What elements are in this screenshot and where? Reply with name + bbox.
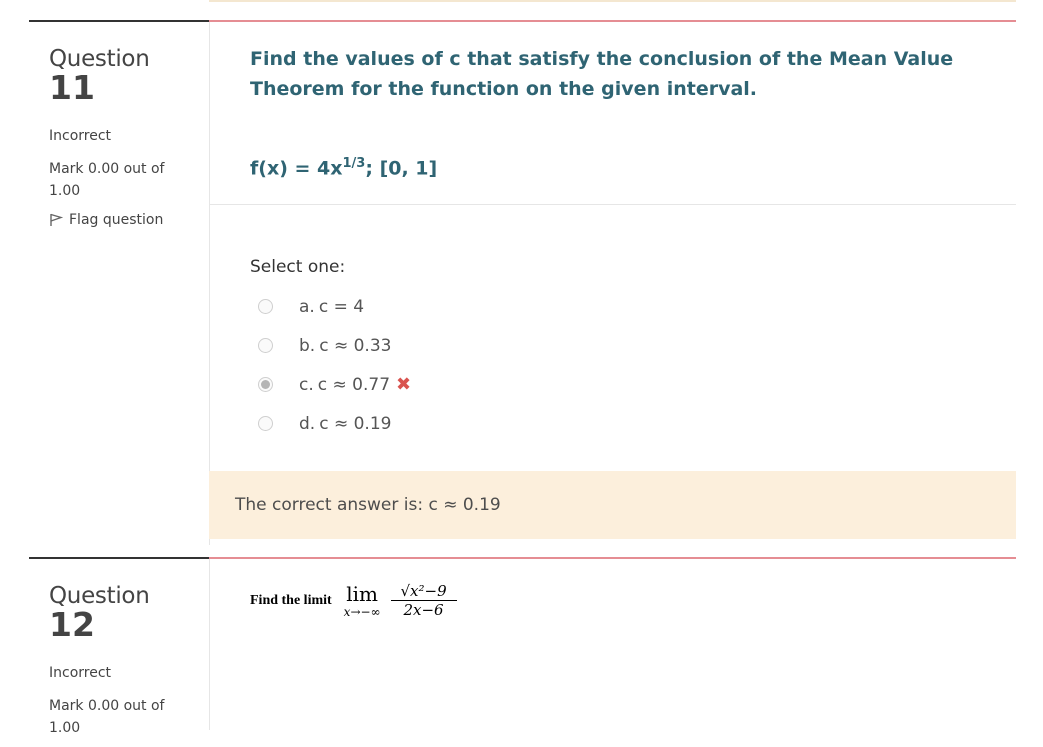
fraction: √x²−9 2x−6 <box>390 582 457 619</box>
function-exponent: 1/3 <box>342 156 366 171</box>
question-grade: Mark 0.00 out of 1.00 <box>49 161 165 199</box>
function-interval: ; [0, 1] <box>365 157 438 180</box>
option-text: c ≈ 0.77 <box>317 374 391 395</box>
function-base: f(x) = 4x <box>250 157 343 180</box>
option-c[interactable]: c. c ≈ 0.77 ✖ <box>250 365 1016 404</box>
option-text: c ≈ 0.19 <box>319 413 392 434</box>
option-text: c = 4 <box>318 296 365 317</box>
question-11: Question 11 Incorrect Mark 0.00 out of 1… <box>0 0 1043 545</box>
incorrect-icon: ✖ <box>396 374 412 395</box>
option-letter: a. <box>299 296 315 317</box>
question-state: Incorrect <box>49 128 112 144</box>
option-text: c ≈ 0.33 <box>319 335 392 356</box>
question-text: Find the values of c that satisfy the co… <box>250 48 954 100</box>
question-content: Find the values of c that satisfy the co… <box>209 20 1016 539</box>
flag-icon <box>50 213 63 226</box>
flag-question-button[interactable]: Flag question <box>49 212 209 228</box>
radio-button[interactable] <box>258 338 273 353</box>
question-info: Question 11 Incorrect Mark 0.00 out of 1… <box>29 20 209 540</box>
select-prompt: Select one: <box>250 257 346 277</box>
option-letter: c. <box>299 374 314 395</box>
lim-operator: lim x→−∞ <box>344 583 381 619</box>
denominator: 2x−6 <box>403 601 444 619</box>
numerator: √x²−9 <box>400 582 447 600</box>
option-b[interactable]: b. c ≈ 0.33 <box>250 326 1016 365</box>
question-info: Question 12 Incorrect Mark 0.00 out of 1… <box>29 557 209 747</box>
question-number: 11 <box>49 68 95 107</box>
question-state: Incorrect <box>49 665 112 681</box>
limit-expression: Find the limit lim x→−∞ √x²−9 2x−6 <box>209 559 1016 619</box>
option-letter: d. <box>299 413 316 434</box>
lim-subscript: x→−∞ <box>343 605 381 619</box>
option-letter: b. <box>299 335 316 356</box>
radio-button[interactable] <box>258 299 273 314</box>
limit-label: Find the limit <box>250 593 332 608</box>
correct-answer-feedback: The correct answer is: c ≈ 0.19 <box>209 471 1016 539</box>
flag-question-label: Flag question <box>69 212 164 228</box>
option-d[interactable]: d. c ≈ 0.19 <box>250 404 1016 443</box>
option-a[interactable]: a. c = 4 <box>250 287 1016 326</box>
function-expression: f(x) = 4x1/3; [0, 1] <box>209 104 1016 196</box>
question-12: Question 12 Incorrect Mark 0.00 out of 1… <box>0 545 1043 736</box>
question-number: 12 <box>49 605 95 644</box>
radio-button[interactable] <box>258 416 273 431</box>
answer-area: Select one: a. c = 4 b. c ≈ 0.33 c. c ≈ … <box>209 205 1016 443</box>
question-content: Find the limit lim x→−∞ √x²−9 2x−6 <box>209 557 1016 619</box>
lim-word: lim <box>346 582 378 606</box>
radio-button-checked[interactable] <box>258 377 273 392</box>
question-grade: Mark 0.00 out of 1.00 <box>49 698 165 736</box>
